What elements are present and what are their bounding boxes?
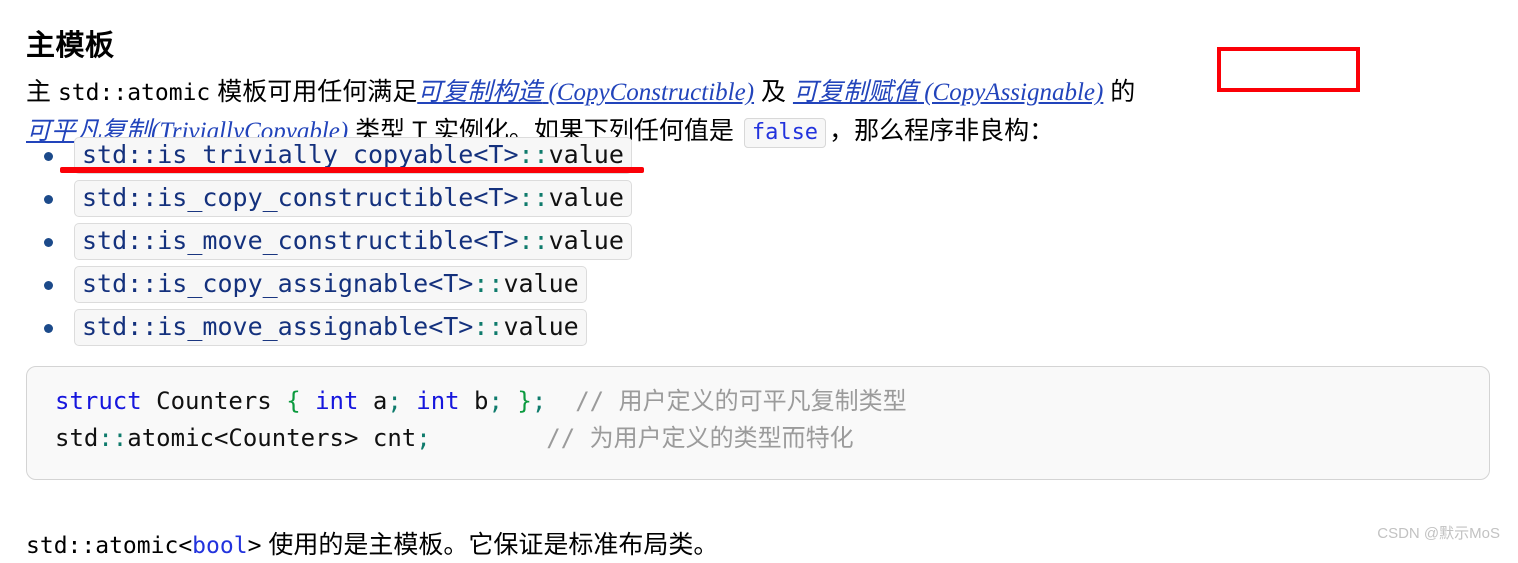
trait-namespace-0: std::is_trivially_copyable (82, 140, 474, 169)
code-keyword-int-b: int (401, 387, 460, 415)
intro-text-segment-4: 的 (1103, 78, 1136, 106)
bullet-icon (44, 195, 53, 204)
watermark: CSDN @默示MoS (1377, 525, 1500, 542)
code-comment-slashes-2: // (546, 424, 590, 452)
intro-text-segment-3: 及 (754, 78, 793, 106)
trait-code-1: std::is_copy_constructible<T>::value (74, 180, 632, 217)
code-semicolon-1: ; (387, 387, 402, 415)
code-keyword-struct: struct (55, 387, 142, 415)
intro-text-segment-6: ，那么程序非良构： (829, 117, 1055, 145)
documentation-page: 主模板 主 std::atomic 模板可用任何满足可复制构造 (CopyCon… (0, 0, 1518, 559)
trait-namespace-2: std::is_move_constructible (82, 226, 474, 255)
code-comment-text-1: 用户定义的可平凡复制类型 (618, 389, 907, 415)
code-namespace-std: std (55, 424, 99, 452)
bullet-icon (44, 238, 53, 247)
example-code-block: struct Counters { int a; int b; }; // 用户… (26, 366, 1490, 480)
code-comment-text-2: 为用户定义的类型而特化 (589, 426, 854, 452)
link-copy-constructible[interactable]: 可复制构造 (CopyConstructible) (417, 78, 754, 106)
code-spacer (431, 424, 547, 452)
intro-text-segment-1: 主 (26, 78, 58, 106)
trait-member-3: value (503, 269, 579, 298)
trait-namespace-4: std::is_move_assignable (82, 312, 429, 341)
trait-template-3: <T> (428, 269, 474, 298)
annotation-red-underline (60, 167, 644, 173)
inline-code-std-atomic: std::atomic (57, 80, 211, 106)
trait-template-4: <T> (428, 312, 474, 341)
trait-separator-0: :: (518, 140, 549, 169)
code-scope-separator: :: (98, 424, 128, 452)
code-semicolon-4: ; (416, 424, 431, 452)
list-item: std::is_move_assignable<T>::value (26, 306, 632, 349)
closing-code-suffix: > (247, 533, 262, 559)
closing-code-prefix: std::atomic< (26, 533, 193, 559)
trait-template-0: <T> (473, 140, 519, 169)
closing-text: 使用的是主模板。它保证是标准布局类。 (261, 531, 719, 559)
code-ident-a: a (358, 387, 388, 415)
closing-code-keyword-bool: bool (192, 533, 248, 559)
link-copy-constructible-latin: (CopyConstructible) (542, 79, 755, 106)
trait-member-2: value (548, 226, 624, 255)
code-semicolon-2: ; (488, 387, 503, 415)
trait-template-1: <T> (473, 183, 519, 212)
trait-code-4: std::is_move_assignable<T>::value (74, 309, 587, 346)
list-item: std::is_copy_constructible<T>::value (26, 177, 632, 220)
closing-paragraph: std::atomic<bool> 使用的是主模板。它保证是标准布局类。 (26, 528, 718, 563)
link-copy-assignable[interactable]: 可复制赋值 (CopyAssignable) (793, 78, 1103, 106)
code-type-name-counters: Counters (141, 387, 287, 415)
trait-member-1: value (548, 183, 624, 212)
trait-namespace-1: std::is_copy_constructible (82, 183, 474, 212)
trait-separator-1: :: (518, 183, 549, 212)
trait-separator-2: :: (518, 226, 549, 255)
code-brace-close: } (502, 387, 532, 415)
link-copy-assignable-cjk: 可复制赋值 (792, 78, 918, 106)
bullet-icon (44, 324, 53, 333)
trait-code-2: std::is_move_constructible<T>::value (74, 223, 632, 260)
trait-code-3: std::is_copy_assignable<T>::value (74, 266, 587, 303)
intro-text-segment-2: 模板可用任何满足 (210, 78, 418, 106)
trait-separator-3: :: (473, 269, 504, 298)
trait-member-0: value (548, 140, 624, 169)
trait-separator-4: :: (473, 312, 504, 341)
code-semicolon-3: ; (531, 387, 547, 415)
code-ident-b: b (459, 387, 489, 415)
list-item: std::is_move_constructible<T>::value (26, 220, 632, 263)
code-brace-open: { (286, 387, 301, 415)
bullet-icon (44, 152, 53, 161)
code-keyword-int-a: int (300, 387, 359, 415)
list-item: std::is_copy_assignable<T>::value (26, 263, 632, 306)
code-comment-slashes-1: // (546, 387, 619, 415)
inline-code-false: false (743, 118, 827, 148)
page-title: 主模板 (26, 30, 115, 63)
trait-member-4: value (503, 312, 579, 341)
link-copy-constructible-cjk: 可复制构造 (417, 78, 543, 106)
link-copy-assignable-latin: (CopyAssignable) (917, 79, 1104, 106)
bullet-icon (44, 281, 53, 290)
code-decl-atomic-counters: atomic<Counters> cnt (127, 424, 417, 452)
trait-template-2: <T> (473, 226, 519, 255)
trait-namespace-3: std::is_copy_assignable (82, 269, 429, 298)
